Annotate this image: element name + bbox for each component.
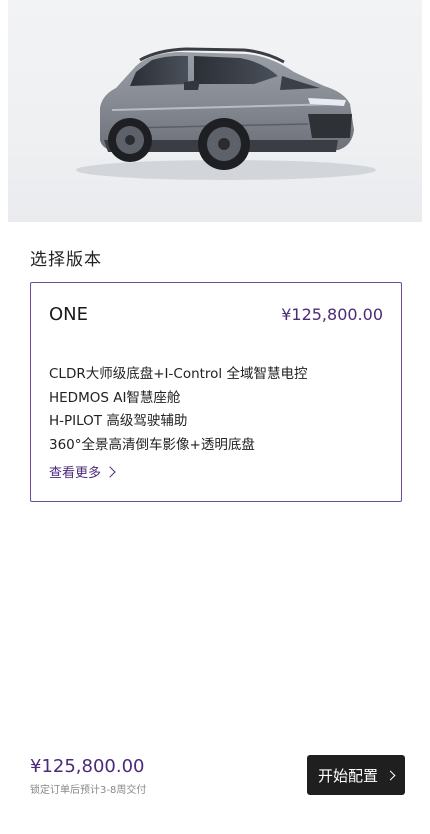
hero-banner [8,0,422,222]
chevron-right-icon [104,465,116,478]
version-name: ONE [49,304,89,325]
feature-item: CLDR大师级底盘+I-Control 全域智慧电控 [49,366,308,382]
section-title: 选择版本 [30,250,102,270]
page: 选择版本 ONE ¥125,800.00 CLDR大师级底盘+I-Control… [8,0,422,834]
view-more-label: 查看更多 [49,466,102,481]
feature-list: CLDR大师级底盘+I-Control 全域智慧电控 HEDMOS AI智慧座舱… [49,363,307,457]
view-more-link[interactable]: 查看更多 [49,462,116,481]
feature-item: H-PILOT 高级驾驶辅助 [49,413,188,429]
start-configure-label: 开始配置 [317,766,378,785]
feature-item: 360°全景高清倒车影像+透明底盘 [49,436,255,453]
total-price: ¥125,800.00 [30,756,145,777]
chevron-right-icon [385,770,396,780]
start-configure-button[interactable]: 开始配置 [307,755,405,795]
version-price: ¥125,800.00 [281,305,383,324]
car-image [76,47,376,180]
delivery-note: 锁定订单后预计3-8周交付 [30,785,147,796]
feature-item: HEDMOS AI智慧座舱 [49,389,181,406]
version-card-one[interactable]: ONE ¥125,800.00 CLDR大师级底盘+I-Control 全域智慧… [30,282,402,502]
